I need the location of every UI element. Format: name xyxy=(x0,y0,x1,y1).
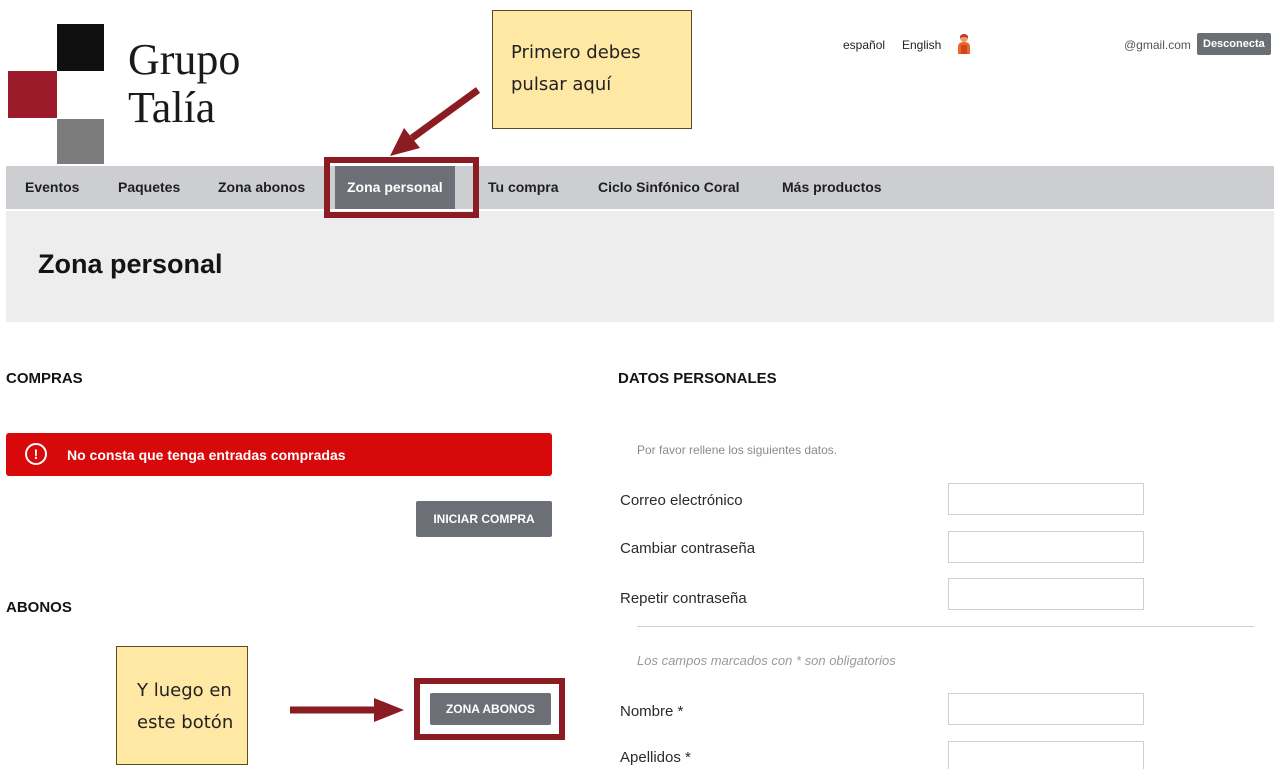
form-hint: Por favor rellene los siguientes datos. xyxy=(637,443,838,457)
nav-item-tu-compra[interactable]: Tu compra xyxy=(488,166,559,209)
annotation-callout-first: Primero debes pulsar aquí xyxy=(492,10,692,129)
logo-line-2: Talía xyxy=(128,83,216,132)
last-name-label: Apellidos * xyxy=(620,749,691,766)
annotation-callout-second: Y luego en este botón xyxy=(116,646,248,765)
logout-button[interactable]: Desconecta xyxy=(1197,33,1271,55)
abonos-heading: ABONOS xyxy=(6,599,72,616)
repeat-password-label: Repetir contraseña xyxy=(620,590,747,607)
nav-item-eventos[interactable]: Eventos xyxy=(25,166,79,209)
nav-item-paquetes[interactable]: Paquetes xyxy=(118,166,180,209)
email-field[interactable] xyxy=(948,483,1144,515)
nav-item-mas-productos[interactable]: Más productos xyxy=(782,166,882,209)
arrow-to-button-icon xyxy=(290,698,404,722)
required-fields-note: Los campos marcados con * son obligatori… xyxy=(637,653,896,668)
change-password-label: Cambiar contraseña xyxy=(620,540,756,557)
last-name-field[interactable] xyxy=(948,741,1144,769)
start-purchase-button[interactable]: INICIAR COMPRA xyxy=(416,501,552,537)
logo-square-gray xyxy=(57,119,104,164)
compras-heading: COMPRAS xyxy=(6,370,83,387)
alert-message: No consta que tenga entradas compradas xyxy=(67,447,346,463)
logo-wordmark: Grupo Talía xyxy=(128,36,240,132)
first-name-field[interactable] xyxy=(948,693,1144,725)
change-password-field[interactable] xyxy=(948,531,1144,563)
logo-square-red xyxy=(8,71,57,118)
alert-exclamation-icon: ! xyxy=(25,443,47,465)
user-email: @gmail.com xyxy=(1124,38,1191,52)
brand-logo[interactable]: Grupo Talía xyxy=(8,24,288,164)
language-english-link[interactable]: English xyxy=(902,38,941,52)
logo-square-black xyxy=(57,24,104,71)
main-navigation: Eventos Paquetes Zona abonos Zona person… xyxy=(6,166,1274,209)
arrow-to-nav-icon xyxy=(390,87,481,156)
nav-item-zona-abonos[interactable]: Zona abonos xyxy=(218,166,305,209)
email-label: Correo electrónico xyxy=(620,492,743,509)
first-name-label: Nombre * xyxy=(620,703,684,720)
page: Grupo Talía español English @gmail.com D… xyxy=(0,0,1274,769)
language-spanish-link[interactable]: español xyxy=(843,38,885,52)
highlight-frame-nav xyxy=(324,157,479,218)
form-divider xyxy=(637,626,1254,627)
nav-item-ciclo-sinfonico-coral[interactable]: Ciclo Sinfónico Coral xyxy=(598,166,740,209)
datos-personales-heading: DATOS PERSONALES xyxy=(618,370,777,387)
logo-line-1: Grupo xyxy=(128,35,241,84)
no-purchases-alert: ! No consta que tenga entradas compradas xyxy=(6,433,552,476)
highlight-frame-button xyxy=(414,678,565,740)
repeat-password-field[interactable] xyxy=(948,578,1144,610)
user-icon[interactable] xyxy=(957,33,971,55)
page-title: Zona personal xyxy=(38,249,223,279)
